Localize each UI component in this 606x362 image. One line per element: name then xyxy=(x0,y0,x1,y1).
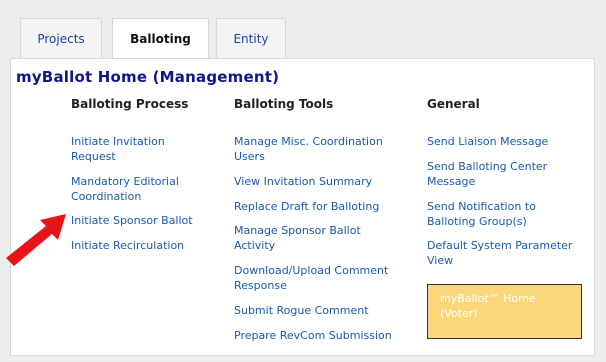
link-submit-rogue-comment[interactable]: Submit Rogue Comment xyxy=(234,303,404,318)
page-title: myBallot Home (Management) xyxy=(16,68,280,86)
link-send-notification-to-balloting-groups[interactable]: Send Notification to Balloting Group(s) xyxy=(427,199,577,229)
link-manage-misc-coordination-users[interactable]: Manage Misc. Coordination Users xyxy=(234,134,399,164)
arrow-pointer-icon xyxy=(6,214,66,266)
tab-balloting[interactable]: Balloting xyxy=(112,18,209,60)
link-prepare-revcom-submission[interactable]: Prepare RevCom Submission xyxy=(234,328,409,343)
main-panel: myBallot Home (Management) Balloting Pro… xyxy=(10,58,595,356)
link-mandatory-editorial-coordination[interactable]: Mandatory Editorial Coordination xyxy=(71,174,196,204)
link-send-liaison-message[interactable]: Send Liaison Message xyxy=(427,134,587,149)
voter-home-button[interactable]: myBallot™ Home (Voter) xyxy=(427,284,582,339)
link-initiate-invitation-request[interactable]: Initiate Invitation Request xyxy=(71,134,191,164)
link-default-system-parameter-view[interactable]: Default System Parameter View xyxy=(427,238,587,268)
link-manage-sponsor-ballot-activity[interactable]: Manage Sponsor Ballot Activity xyxy=(234,223,374,253)
link-send-balloting-center-message[interactable]: Send Balloting Center Message xyxy=(427,159,587,189)
page: Projects Balloting Entity myBallot Home … xyxy=(0,0,606,362)
link-download-upload-comment-response[interactable]: Download/Upload Comment Response xyxy=(234,263,404,293)
balloting-tools-heading: Balloting Tools xyxy=(234,97,334,111)
tab-entity[interactable]: Entity xyxy=(216,18,286,60)
tab-projects[interactable]: Projects xyxy=(20,18,102,60)
link-replace-draft-for-balloting[interactable]: Replace Draft for Balloting xyxy=(234,199,404,214)
balloting-process-heading: Balloting Process xyxy=(71,97,189,111)
general-heading: General xyxy=(427,97,480,111)
link-initiate-recirculation[interactable]: Initiate Recirculation xyxy=(71,238,211,253)
link-initiate-sponsor-ballot[interactable]: Initiate Sponsor Ballot xyxy=(71,213,211,228)
link-view-invitation-summary[interactable]: View Invitation Summary xyxy=(234,174,404,189)
